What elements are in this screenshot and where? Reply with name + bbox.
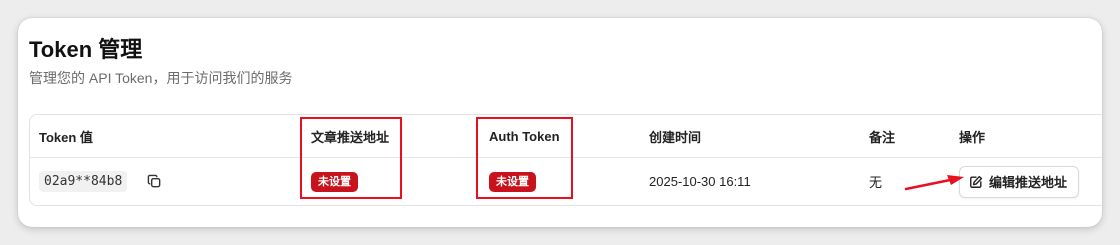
- header-push-url: 文章推送地址: [311, 129, 390, 145]
- header-created: 创建时间: [649, 129, 702, 145]
- token-cell: 02a9**84b8: [39, 158, 163, 205]
- edit-push-url-button[interactable]: 编辑推送地址: [959, 165, 1080, 198]
- push-url-status-badge: 未设置: [311, 171, 358, 192]
- actions-cell: 编辑推送地址: [959, 158, 1080, 205]
- token-table: Token 值 文章推送地址 Auth Token 创建时间 备注 操作 02a…: [29, 114, 1102, 206]
- page-title: Token 管理: [29, 37, 143, 62]
- header-auth-token: Auth Token: [489, 128, 560, 144]
- copy-button[interactable]: [145, 173, 163, 191]
- push-url-cell: 未设置: [311, 158, 358, 205]
- token-value: 02a9**84b8: [39, 171, 128, 192]
- edit-icon: [969, 175, 983, 189]
- copy-icon: [147, 174, 161, 188]
- header-token: Token 值: [39, 129, 93, 145]
- header-note: 备注: [869, 129, 896, 145]
- header-actions: 操作: [959, 129, 986, 145]
- auth-token-status-badge: 未设置: [489, 171, 536, 192]
- created-time: 2025-10-30 16:11: [649, 174, 751, 189]
- auth-token-cell: 未设置: [489, 158, 536, 205]
- table-header-row: Token 值 文章推送地址 Auth Token 创建时间 备注 操作: [30, 115, 1102, 158]
- page-subtitle: 管理您的 API Token，用于访问我们的服务: [29, 70, 293, 86]
- table-row: 02a9**84b8 未设置 未设置 2025-10-30 16:11 无 编辑…: [30, 158, 1102, 205]
- token-management-card: Token 管理 管理您的 API Token，用于访问我们的服务 Token …: [18, 18, 1102, 227]
- note-value: 无: [869, 175, 883, 190]
- edit-push-url-label: 编辑推送地址: [989, 175, 1068, 190]
